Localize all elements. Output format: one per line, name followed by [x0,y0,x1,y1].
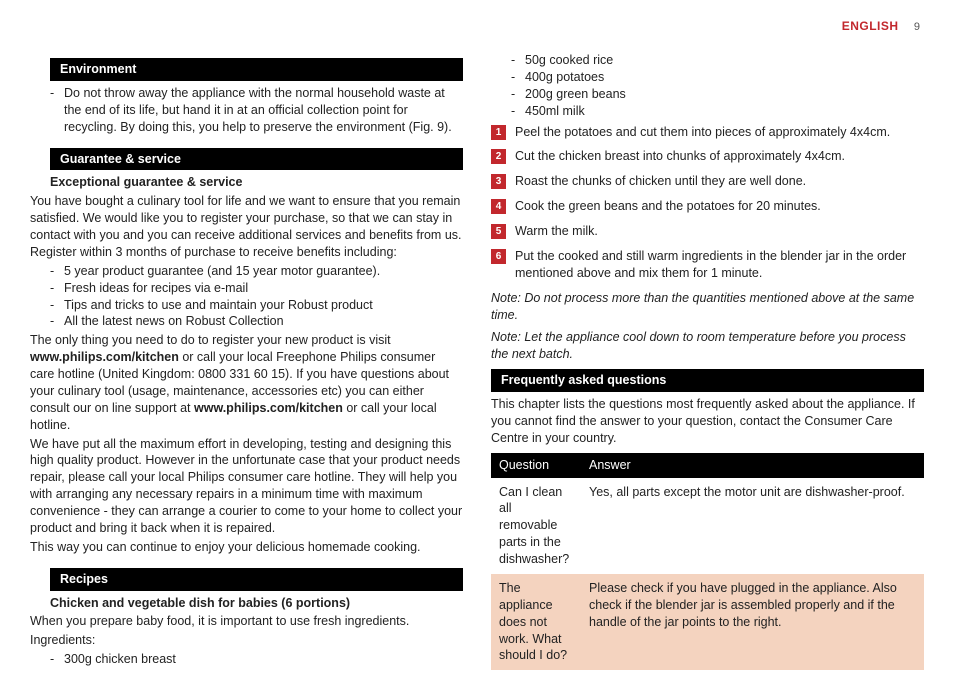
benefit-item: 5 year product guarantee (and 15 year mo… [30,263,463,280]
guarantee-repair-para: We have put all the maximum effort in de… [30,436,463,537]
link-text: www.philips.com/kitchen [194,401,343,415]
environment-bullet: Do not throw away the appliance with the… [30,85,463,136]
recipe-step: 3 Roast the chunks of chicken until they … [491,173,924,190]
step-text: Warm the milk. [515,224,598,238]
step-text: Put the cooked and still warm ingredient… [515,249,906,280]
recipe-note: Note: Do not process more than the quant… [491,290,924,324]
ingredients-list-left: 300g chicken breast [30,651,463,668]
page-body: Environment Do not throw away the applia… [0,0,954,690]
right-column: 50g cooked rice 400g potatoes 200g green… [491,22,924,670]
recipe-title: Chicken and vegetable dish for babies (6… [50,595,463,612]
text: The only thing you need to do to registe… [30,333,391,347]
ingredient-item: 400g potatoes [491,69,924,86]
step-number-icon: 3 [491,174,506,189]
table-row: The appliance does not work. What should… [491,574,924,670]
ingredients-list-right: 50g cooked rice 400g potatoes 200g green… [491,52,924,120]
faq-col-question: Question [491,453,581,478]
faq-col-answer: Answer [581,453,924,478]
ingredient-item: 300g chicken breast [30,651,463,668]
table-row: Can I clean all removable parts in the d… [491,478,924,574]
benefit-item: All the latest news on Robust Collection [30,313,463,330]
faq-header-row: Question Answer [491,453,924,478]
ingredient-item: 450ml milk [491,103,924,120]
ingredient-item: 200g green beans [491,86,924,103]
ingredients-label: Ingredients: [30,632,463,649]
guarantee-benefits-list: 5 year product guarantee (and 15 year mo… [30,263,463,331]
section-heading-environment: Environment [50,58,463,81]
step-number-icon: 2 [491,149,506,164]
section-heading-recipes: Recipes [50,568,463,591]
step-number-icon: 4 [491,199,506,214]
section-heading-faq: Frequently asked questions [491,369,924,392]
guarantee-register-para: The only thing you need to do to registe… [30,332,463,433]
recipe-note: Note: Let the appliance cool down to roo… [491,329,924,363]
faq-table: Question Answer Can I clean all removabl… [491,453,924,671]
step-text: Cut the chicken breast into chunks of ap… [515,149,845,163]
recipe-step: 1 Peel the potatoes and cut them into pie… [491,124,924,141]
recipe-step: 2 Cut the chicken breast into chunks of a… [491,148,924,165]
link-text: www.philips.com/kitchen [30,350,179,364]
step-text: Cook the green beans and the potatoes fo… [515,199,821,213]
step-number-icon: 5 [491,224,506,239]
faq-question: Can I clean all removable parts in the d… [491,478,581,574]
environment-list: Do not throw away the appliance with the… [30,85,463,136]
recipe-step: 4 Cook the green beans and the potatoes f… [491,198,924,215]
left-column: Environment Do not throw away the applia… [30,22,463,670]
faq-intro: This chapter lists the questions most fr… [491,396,924,447]
faq-answer: Yes, all parts except the motor unit are… [581,478,924,574]
benefit-item: Fresh ideas for recipes via e-mail [30,280,463,297]
step-text: Roast the chunks of chicken until they a… [515,174,806,188]
section-heading-guarantee: Guarantee & service [50,148,463,171]
guarantee-intro: You have bought a culinary tool for life… [30,193,463,261]
recipe-step: 6 Put the cooked and still warm ingredien… [491,248,924,282]
ingredient-item: 50g cooked rice [491,52,924,69]
recipe-step: 5 Warm the milk. [491,223,924,240]
guarantee-subheading: Exceptional guarantee & service [50,174,463,191]
recipe-steps: 1 Peel the potatoes and cut them into pie… [491,124,924,282]
step-number-icon: 6 [491,249,506,264]
benefit-item: Tips and tricks to use and maintain your… [30,297,463,314]
step-text: Peel the potatoes and cut them into piec… [515,125,890,139]
faq-question: The appliance does not work. What should… [491,574,581,670]
guarantee-closing-para: This way you can continue to enjoy your … [30,539,463,556]
faq-answer: Please check if you have plugged in the … [581,574,924,670]
step-number-icon: 1 [491,125,506,140]
recipe-intro: When you prepare baby food, it is import… [30,613,463,630]
